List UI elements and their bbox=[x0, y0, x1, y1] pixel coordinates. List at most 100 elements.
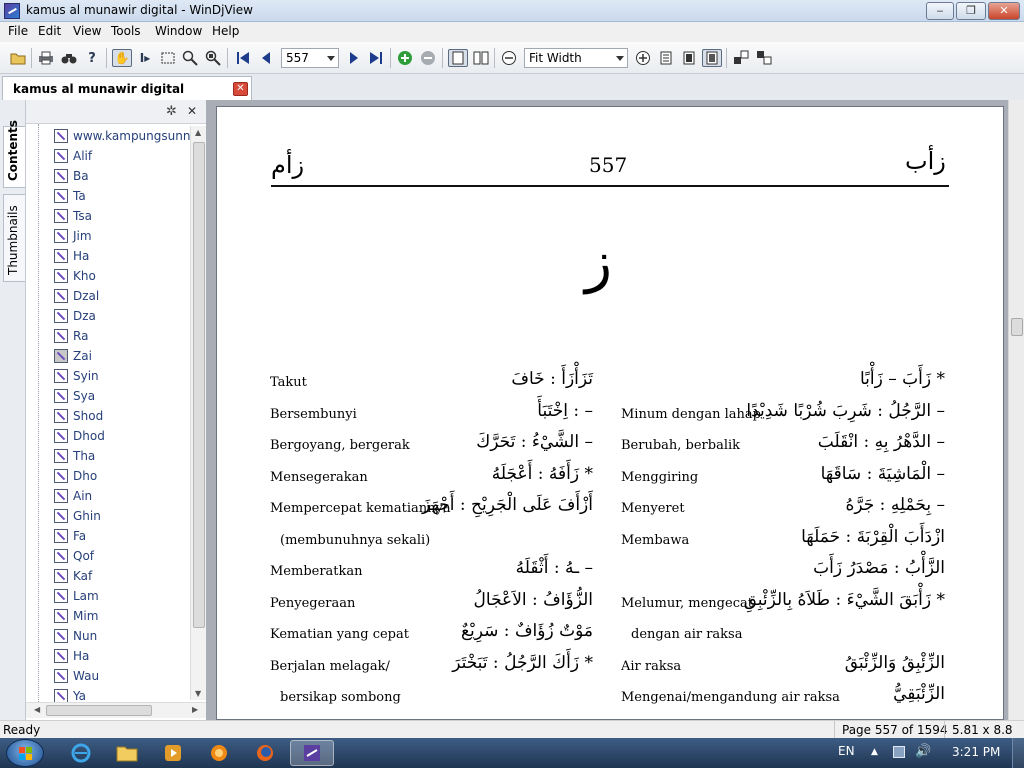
tray-expand-icon[interactable]: ▲ bbox=[871, 747, 878, 757]
explorer-icon[interactable] bbox=[108, 740, 146, 766]
find-icon[interactable] bbox=[59, 49, 79, 67]
contents-tree-item[interactable]: Fa bbox=[50, 526, 200, 546]
zoom-in-icon[interactable] bbox=[633, 49, 653, 67]
media-player-icon[interactable] bbox=[154, 740, 192, 766]
two-page-icon[interactable] bbox=[471, 49, 491, 67]
first-page-icon[interactable] bbox=[233, 49, 253, 67]
contents-tree-item[interactable]: Sya bbox=[50, 386, 200, 406]
document-viewer[interactable]: زأب 557 زأم ز Takut تَزَأْزَأَ : خَافَ Ber… bbox=[206, 100, 1008, 720]
contents-tree-item[interactable]: www.kampungsunnah bbox=[50, 126, 205, 146]
next-page-icon[interactable] bbox=[344, 49, 364, 67]
close-window-button[interactable]: ✕ bbox=[988, 2, 1020, 20]
contents-tree-item-label: Dzal bbox=[73, 289, 100, 303]
print-icon[interactable] bbox=[36, 49, 56, 67]
tree-horizontal-scrollbar[interactable]: ◀ ▶ bbox=[26, 702, 206, 718]
contents-tree-item[interactable]: Dhod bbox=[50, 426, 200, 446]
tree-scroll-thumb[interactable] bbox=[193, 142, 205, 628]
firefox-icon[interactable] bbox=[246, 740, 284, 766]
back-icon[interactable] bbox=[395, 49, 415, 67]
help-icon[interactable]: ? bbox=[82, 49, 102, 67]
viewer-scroll-thumb[interactable] bbox=[1011, 318, 1023, 336]
scroll-down-icon[interactable]: ▼ bbox=[195, 689, 201, 698]
select-text-icon[interactable]: I ▸ bbox=[135, 49, 155, 67]
zoom-rect-icon[interactable] bbox=[203, 49, 223, 67]
contents-tree-item[interactable]: Shod bbox=[50, 406, 200, 426]
menu-view[interactable]: View bbox=[68, 24, 106, 38]
contents-tree-item[interactable]: Ra bbox=[50, 326, 200, 346]
contents-tree-item[interactable]: Ghin bbox=[50, 506, 200, 526]
contents-tree-item[interactable]: Dzal bbox=[50, 286, 200, 306]
contents-tree-item[interactable]: Lam bbox=[50, 586, 200, 606]
fit-width-icon[interactable] bbox=[702, 49, 722, 67]
zoom-out-icon[interactable] bbox=[499, 49, 519, 67]
open-icon[interactable] bbox=[8, 49, 28, 67]
scroll-right-icon[interactable]: ▶ bbox=[192, 705, 198, 714]
tab-document[interactable]: kamus al munawir digital ✕ bbox=[2, 76, 252, 100]
start-button[interactable] bbox=[6, 739, 44, 767]
menu-window[interactable]: Window bbox=[150, 24, 207, 38]
viewer-vertical-scrollbar[interactable] bbox=[1008, 100, 1024, 720]
single-page-icon[interactable] bbox=[448, 49, 468, 67]
page-number-combo[interactable]: 557 bbox=[281, 48, 339, 68]
contents-tree-item[interactable]: Mim bbox=[50, 606, 200, 626]
contents-tree-item[interactable]: Dza bbox=[50, 306, 200, 326]
contents-tree-item[interactable]: Wau bbox=[50, 666, 200, 686]
network-icon[interactable] bbox=[893, 746, 905, 758]
app-icon bbox=[4, 3, 20, 19]
contents-tree-item[interactable]: Alif bbox=[50, 146, 200, 166]
last-page-icon[interactable] bbox=[366, 49, 386, 67]
fit-page-icon[interactable] bbox=[656, 49, 676, 67]
forward-icon[interactable] bbox=[418, 49, 438, 67]
menu-file[interactable]: File bbox=[3, 24, 33, 38]
contents-tree-item[interactable]: Ba bbox=[50, 166, 200, 186]
page-icon bbox=[54, 649, 68, 663]
language-indicator[interactable]: EN bbox=[838, 744, 855, 758]
taskbar: EN ▲ 🔊 3:21 PM bbox=[0, 738, 1024, 768]
contents-tree-item[interactable]: Ta bbox=[50, 186, 200, 206]
tab-contents[interactable]: Contents bbox=[3, 120, 25, 188]
settings-icon[interactable]: ✲ bbox=[166, 104, 177, 119]
contents-tree-item[interactable]: Kho bbox=[50, 266, 200, 286]
contents-tree-item[interactable]: Dho bbox=[50, 466, 200, 486]
zoom-icon[interactable] bbox=[180, 49, 200, 67]
page-icon bbox=[54, 309, 68, 323]
menu-edit[interactable]: Edit bbox=[33, 24, 66, 38]
show-desktop-button[interactable] bbox=[1012, 738, 1024, 768]
maximize-button[interactable]: ❐ bbox=[956, 2, 986, 20]
contents-tree-item[interactable]: Ha bbox=[50, 646, 200, 666]
windjview-task-icon[interactable] bbox=[290, 740, 334, 766]
contents-tree-item[interactable]: Ain bbox=[50, 486, 200, 506]
tab-thumbnails[interactable]: Thumbnails bbox=[3, 194, 25, 282]
rotate-left-icon[interactable] bbox=[731, 49, 751, 67]
volume-icon[interactable]: 🔊 bbox=[915, 744, 931, 759]
contents-tree-item[interactable]: Qof bbox=[50, 546, 200, 566]
tree-vertical-scrollbar[interactable]: ▲ ▼ bbox=[190, 126, 206, 700]
chevron-down-icon bbox=[616, 56, 624, 61]
minimize-button[interactable]: ‒ bbox=[926, 2, 954, 20]
contents-tree-item[interactable]: Nun bbox=[50, 626, 200, 646]
hand-tool-icon[interactable]: ✋ bbox=[112, 49, 132, 67]
actual-size-icon[interactable] bbox=[679, 49, 699, 67]
scroll-up-icon[interactable]: ▲ bbox=[195, 128, 201, 137]
contents-tree-item[interactable]: Zai bbox=[50, 346, 200, 366]
scroll-left-icon[interactable]: ◀ bbox=[34, 705, 40, 714]
contents-tree-item-label: Shod bbox=[73, 409, 104, 423]
contents-tree-item[interactable]: Kaf bbox=[50, 566, 200, 586]
close-panel-icon[interactable]: ✕ bbox=[187, 104, 197, 118]
internet-explorer-icon[interactable] bbox=[62, 740, 100, 766]
menu-tools[interactable]: Tools bbox=[106, 24, 146, 38]
contents-tree-item[interactable]: Tsa bbox=[50, 206, 200, 226]
previous-page-icon[interactable] bbox=[256, 49, 276, 67]
rotate-right-icon[interactable] bbox=[754, 49, 774, 67]
clock[interactable]: 3:21 PM bbox=[952, 745, 1000, 759]
menu-help[interactable]: Help bbox=[207, 24, 244, 38]
tree-hscroll-thumb[interactable] bbox=[46, 705, 152, 716]
select-area-icon[interactable] bbox=[158, 49, 178, 67]
contents-tree-item[interactable]: Syin bbox=[50, 366, 200, 386]
media-center-icon[interactable] bbox=[200, 740, 238, 766]
contents-tree-item[interactable]: Jim bbox=[50, 226, 200, 246]
close-tab-icon[interactable]: ✕ bbox=[233, 82, 248, 96]
contents-tree-item[interactable]: Ha bbox=[50, 246, 200, 266]
contents-tree-item[interactable]: Tha bbox=[50, 446, 200, 466]
zoom-combo[interactable]: Fit Width bbox=[524, 48, 628, 68]
